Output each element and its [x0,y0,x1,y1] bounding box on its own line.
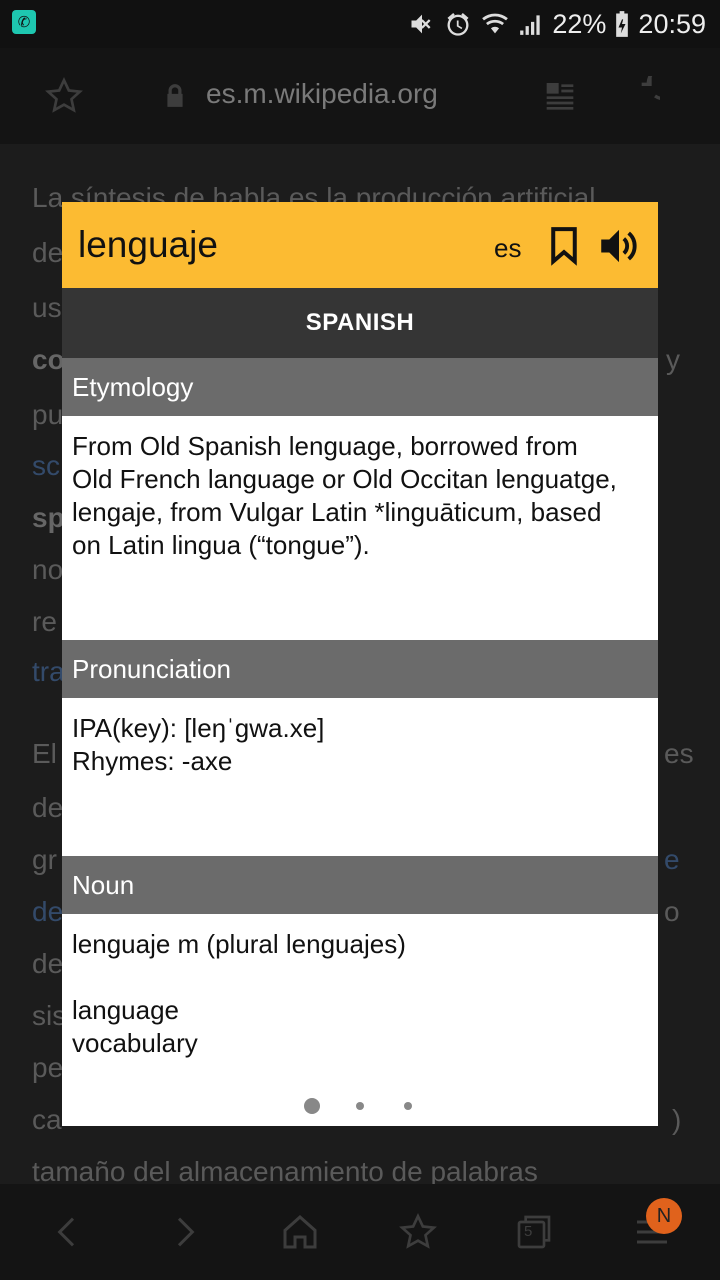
battery-percent: 22% [552,8,607,39]
speaker-icon[interactable] [598,226,640,266]
page-dot-active[interactable] [304,1098,320,1114]
article-line: re [32,606,57,637]
article-line: El [32,738,57,769]
tabs-button[interactable]: 5 [514,1212,554,1252]
status-icons: 22% 20:59 [408,0,706,48]
article-line: de [32,948,64,979]
text-line: IPA(key): [leŋˈɡwa.xe] [72,713,325,743]
article-line: us [32,292,62,323]
text-line: language [72,995,179,1025]
article-line: gr [32,844,57,875]
article-link[interactable]: tra [32,656,65,688]
article-line-edge: o [664,896,680,927]
status-bar: ✆ 22% 20:59 [0,0,720,48]
notification-badge: N [646,1198,682,1234]
text-line: Rhymes: -axe [72,746,233,776]
clock: 20:59 [638,8,706,39]
article-line-edge: e [664,844,680,875]
popup-header: lenguaje es [62,202,658,288]
language-heading: SPANISH [62,288,658,358]
dictionary-popup: lenguaje es SPANISH Etymology From Old S… [62,202,658,1126]
article-line: de [32,792,64,823]
text-line: on Latin lingua (“tongue”). [72,530,370,560]
tab-count: 5 [524,1223,533,1240]
alarm-icon [447,13,469,36]
text-line [72,961,648,994]
article-line: de [32,237,64,268]
text-line: lenguaje m (plural lenguajes) [72,929,406,959]
article-line: sp [32,502,65,533]
text-line: lengaje, from Vulgar Latin *linguāticum,… [72,497,602,527]
forward-icon[interactable] [164,1212,204,1252]
article-line: no [32,554,64,585]
article-line: co [32,344,65,375]
browser-toolbar: es.m.wikipedia.org [0,48,720,144]
article-line: pu [32,399,64,430]
article-line-edge: y [666,344,680,375]
section-heading-etymology: Etymology [62,358,658,416]
section-heading-pronunciation: Pronunciation [62,640,658,698]
bottom-navigation: 5 [0,1184,720,1280]
reload-icon[interactable] [620,76,660,116]
etymology-text: From Old Spanish lenguage, borrowed from… [72,430,648,562]
wifi-icon [482,13,509,34]
article-line: pe [32,1052,64,1083]
battery-icon [616,11,629,37]
article-line: ca [32,1104,62,1135]
bookmarks-icon[interactable] [398,1212,438,1252]
text-line: Old French language or Old Occitan lengu… [72,464,617,494]
app-notification-icon: ✆ [12,10,36,34]
back-icon[interactable] [48,1212,88,1252]
text-line: From Old Spanish lenguage, borrowed from [72,431,578,461]
article-link[interactable]: sc [32,450,60,482]
article-line-edge: es [664,738,694,769]
bookmark-icon[interactable] [548,226,580,266]
article-link[interactable]: de [32,896,63,928]
page-indicator[interactable] [62,1098,658,1114]
home-icon[interactable] [280,1212,320,1252]
article-line-edge: ) [672,1104,682,1135]
article-line: tamaño del almacenamiento de palabras [32,1156,538,1184]
noun-text: lenguaje m (plural lenguajes) language v… [72,928,648,1060]
tabs-icon [517,1215,551,1249]
mute-icon [411,14,431,34]
signal-icon [520,15,541,35]
language-code[interactable]: es [494,233,521,264]
headword: lenguaje [78,224,218,265]
lock-icon [167,84,183,107]
reader-mode-icon[interactable] [544,78,576,112]
pronunciation-text: IPA(key): [leŋˈɡwa.xe] Rhymes: -axe [72,712,648,778]
page-dot[interactable] [404,1102,412,1110]
page-dot[interactable] [356,1102,364,1110]
section-heading-noun: Noun [62,856,658,914]
text-line: vocabulary [72,1028,198,1058]
bookmark-star-icon[interactable] [44,76,84,116]
url-bar[interactable]: es.m.wikipedia.org [206,78,438,110]
